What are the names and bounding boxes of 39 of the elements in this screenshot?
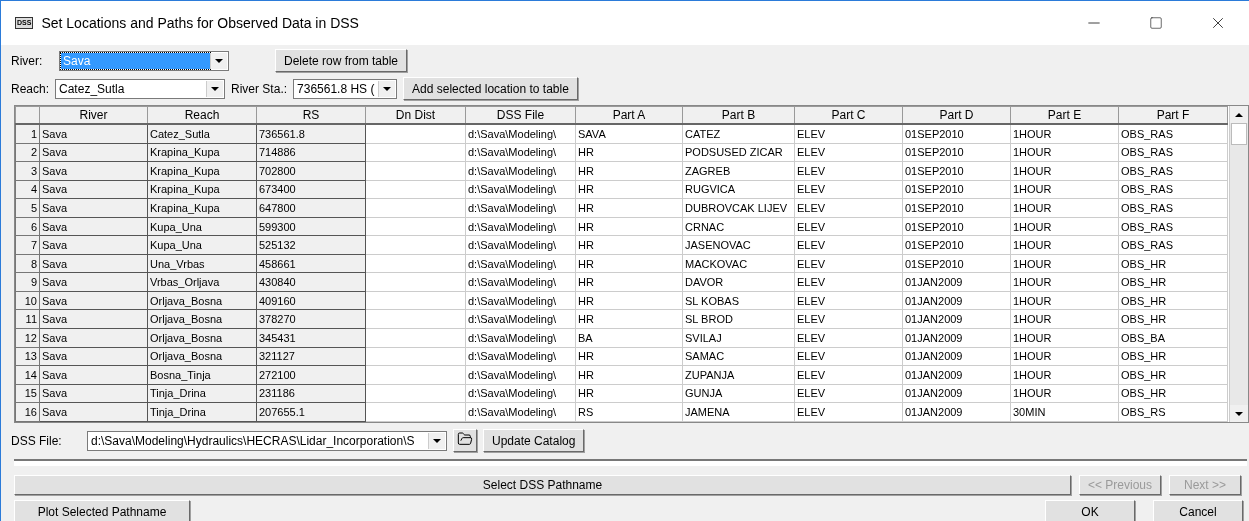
- select-pathname-button[interactable]: Select DSS Pathname: [14, 475, 1071, 495]
- dropdown-caret-icon: [383, 86, 392, 91]
- river-label: River:: [11, 53, 44, 68]
- cancel-button[interactable]: Cancel: [1153, 500, 1243, 521]
- column-header[interactable]: Part F: [1118, 106, 1228, 124]
- update-catalog-button[interactable]: Update Catalog: [483, 429, 585, 452]
- column-header[interactable]: DSS File: [465, 106, 576, 124]
- river-station-label: River Sta.:: [231, 81, 288, 96]
- pathname-list[interactable]: [14, 459, 1247, 466]
- dropdown-caret-icon: [215, 58, 223, 63]
- vertical-scrollbar[interactable]: [1229, 106, 1248, 422]
- column-header[interactable]: River: [39, 106, 148, 124]
- dss-file-dropdown[interactable]: d:\Sava\Modeling\Hydraulics\HECRAS\Lidar_Incorporation\S: [87, 430, 447, 451]
- reach-dropdown[interactable]: Catez_Sutla: [55, 78, 226, 99]
- scroll-down-icon[interactable]: [1235, 411, 1243, 416]
- ok-button[interactable]: OK: [1045, 500, 1135, 521]
- folder-open-icon: [457, 431, 473, 447]
- plot-pathname-button[interactable]: Plot Selected Pathname: [14, 500, 190, 521]
- reach-label: Reach:: [11, 81, 50, 96]
- dropdown-caret-icon: [211, 86, 220, 91]
- corner-header: [15, 106, 40, 124]
- add-location-button[interactable]: Add selected location to table: [403, 77, 578, 100]
- river-station-dropdown[interactable]: 736561.8 HS (: [293, 78, 398, 99]
- column-header[interactable]: Part C: [794, 106, 903, 124]
- column-header[interactable]: Part B: [682, 106, 795, 124]
- dss-file-label: DSS File:: [11, 433, 63, 448]
- row-number: 1: [15, 124, 40, 144]
- column-header[interactable]: Part D: [902, 106, 1011, 124]
- column-header[interactable]: Part E: [1010, 106, 1119, 124]
- column-header[interactable]: Part A: [575, 106, 683, 124]
- open-folder-button[interactable]: [453, 429, 477, 452]
- window-title: Set Locations and Paths for Observed Data in DSS: [41, 15, 360, 31]
- column-header[interactable]: Dn Dist: [365, 106, 466, 124]
- column-header[interactable]: RS: [256, 106, 366, 124]
- dropdown-caret-icon: [433, 438, 441, 443]
- delete-row-button[interactable]: Delete row from table: [275, 49, 408, 72]
- scroll-up-icon[interactable]: [1235, 112, 1243, 117]
- column-header[interactable]: Reach: [147, 106, 257, 124]
- scroll-thumb[interactable]: [1231, 123, 1247, 145]
